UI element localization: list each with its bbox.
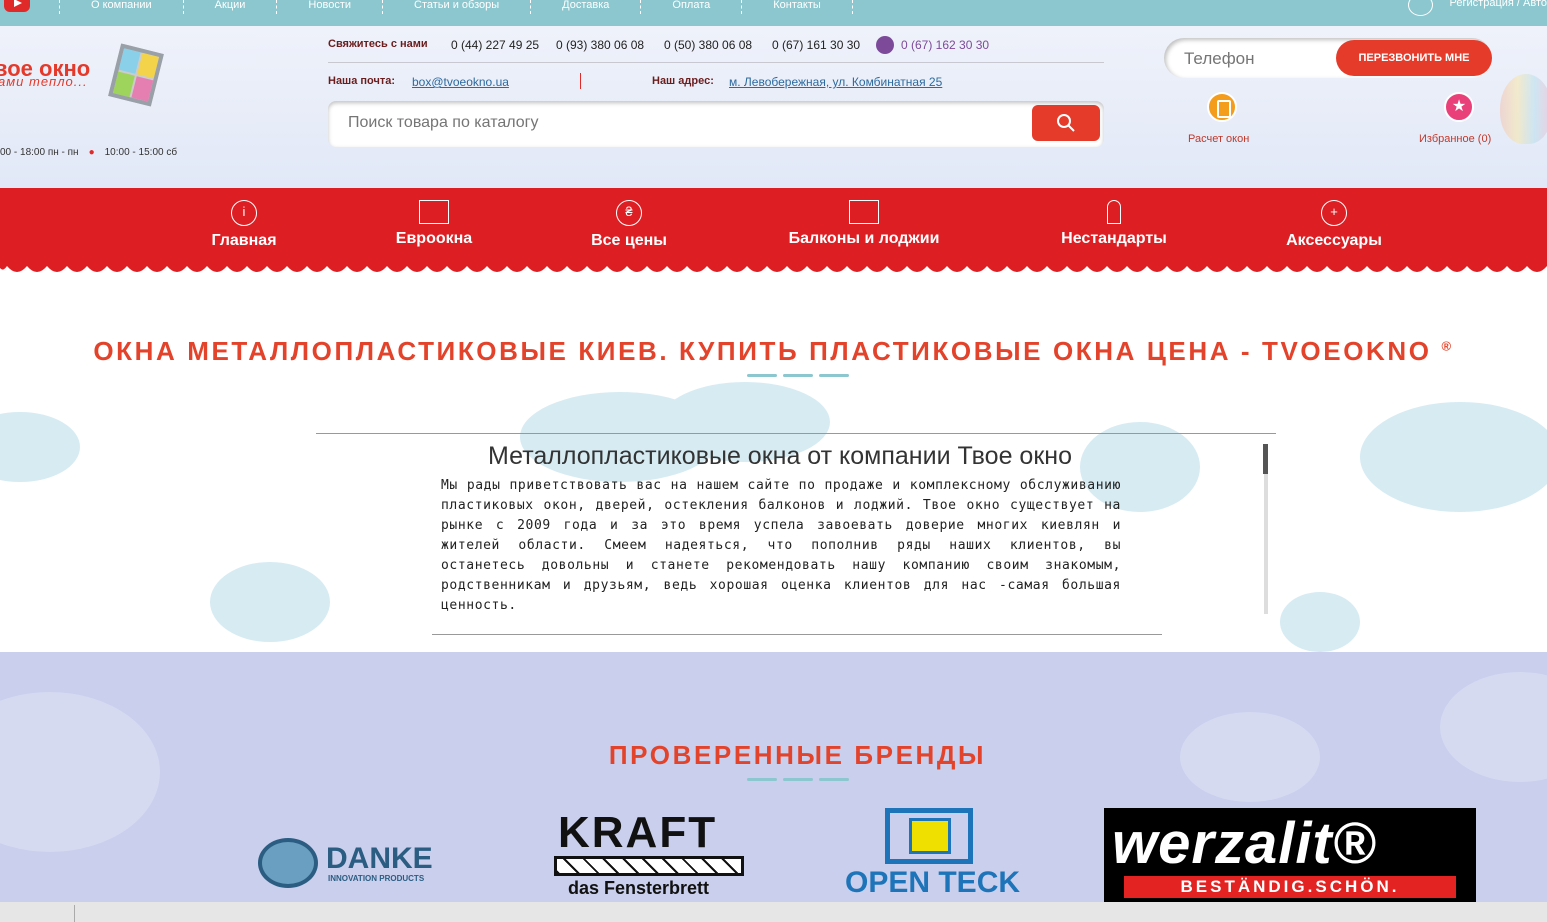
- scrollbar-thumb[interactable]: [1263, 444, 1268, 474]
- top-nav-delivery[interactable]: Доставка: [530, 0, 642, 14]
- register-link[interactable]: Регистрация / Авто: [1450, 0, 1547, 9]
- search-icon: [1057, 114, 1075, 132]
- werzalit-name: werzalit®: [1112, 811, 1377, 876]
- top-nav-news[interactable]: Новости: [276, 0, 384, 14]
- calculator-icon[interactable]: [1207, 92, 1237, 122]
- danke-name: DANKE: [326, 842, 433, 875]
- window-icon: [419, 200, 449, 224]
- brands-title: ПРОВЕРЕННЫЕ БРЕНДЫ: [608, 740, 987, 770]
- arch-window-icon: [1107, 200, 1121, 224]
- phone-3[interactable]: 0 (50) 380 06 08: [664, 38, 752, 52]
- danke-emblem-icon: [258, 838, 318, 888]
- status-bar: [0, 902, 1547, 922]
- brand-danke-logo[interactable]: DANKE INNOVATION PRODUCTS: [258, 838, 458, 888]
- registered-mark: ®: [1441, 338, 1454, 354]
- top-nav: О компании Акции Новости Статьи и обзоры…: [59, 0, 853, 14]
- nav-accessories-label: Аксессуары: [1286, 232, 1382, 249]
- top-nav-payment[interactable]: Оплата: [640, 0, 743, 14]
- nav-home[interactable]: i Главная: [200, 188, 288, 264]
- phone-viber[interactable]: 0 (67) 162 30 30: [901, 38, 989, 52]
- nav-balconies-label: Балконы и лоджии: [788, 230, 940, 247]
- nav-prices[interactable]: ₴ Все цены: [580, 188, 678, 264]
- windowsill-icon: [554, 856, 744, 876]
- user-icon[interactable]: [1408, 0, 1433, 16]
- title-divider: [747, 374, 849, 377]
- kraft-sub: das Fensterbrett: [568, 878, 710, 898]
- balloon-decoration: [1500, 74, 1547, 144]
- article-title: Металлопластиковые окна от компании Твое…: [488, 442, 1072, 470]
- top-nav-contacts[interactable]: Контакты: [741, 0, 853, 14]
- phone-1[interactable]: 0 (44) 227 49 25: [451, 38, 539, 52]
- search-box: [328, 101, 1104, 147]
- article-bottom-divider: [432, 634, 1162, 635]
- address-link[interactable]: м. Левобережная, ул. Комбинатная 25: [729, 75, 942, 89]
- divider: [580, 73, 581, 89]
- top-bar: О компании Акции Новости Статьи и обзоры…: [0, 0, 1547, 26]
- header: вое окно ами тепло... 00 - 18:00 пн - пн…: [0, 26, 1547, 188]
- contacts-label: Свяжитесь с нами: [328, 38, 428, 50]
- nav-wave-edge: [0, 260, 1547, 272]
- top-nav-about[interactable]: О компании: [59, 0, 184, 14]
- nav-eurowindows-label: Евроокна: [395, 230, 473, 247]
- page-title: ОКНА МЕТАЛЛОПЛАСТИКОВЫЕ КИЕВ. КУПИТЬ ПЛА…: [0, 336, 1547, 367]
- search-button[interactable]: [1032, 105, 1100, 141]
- work-hours: 00 - 18:00 пн - пн ● 10:00 - 15:00 сб: [0, 147, 177, 158]
- nav-eurowindows[interactable]: Евроокна: [384, 188, 484, 264]
- openteck-name: OPEN TECK: [845, 866, 1021, 899]
- brand-kraft-logo[interactable]: KRAFT das Fensterbrett: [554, 808, 746, 900]
- page-title-text: ОКНА МЕТАЛЛОПЛАСТИКОВЫЕ КИЕВ. КУПИТЬ ПЛА…: [93, 336, 1432, 366]
- bullet-icon: ●: [88, 147, 95, 158]
- logo-slogan: ами тепло...: [0, 74, 88, 89]
- nav-accessories[interactable]: + Аксессуары: [1276, 188, 1392, 264]
- nav-custom-label: Нестандарты: [1061, 230, 1167, 247]
- search-input[interactable]: [346, 113, 946, 133]
- article-box: Металлопластиковые окна от компании Твое…: [316, 433, 1276, 635]
- kraft-name: KRAFT: [558, 808, 718, 857]
- youtube-icon[interactable]: [4, 0, 30, 12]
- hryvnia-icon: ₴: [616, 200, 642, 226]
- mail-row: Наша почта: box@tvoeokno.ua Наш адрес: м…: [328, 62, 1104, 90]
- brand-openteck-logo[interactable]: OPEN TECK: [845, 808, 1041, 900]
- article-scroll-area[interactable]: Металлопластиковые окна от компании Твое…: [440, 434, 1268, 636]
- hours-weekday: 00 - 18:00 пн - пн: [0, 147, 79, 158]
- brands-divider: [747, 778, 849, 781]
- callback-form: ПЕРЕЗВОНИТЬ МНЕ: [1164, 38, 1492, 78]
- nav-home-label: Главная: [211, 232, 277, 249]
- article-body: Мы рады приветствовать вас на нашем сайт…: [441, 478, 1121, 613]
- contacts-row: Свяжитесь с нами 0 (44) 227 49 25 0 (93)…: [328, 36, 1104, 64]
- star-icon[interactable]: ★: [1444, 92, 1474, 122]
- phone-2[interactable]: 0 (93) 380 06 08: [556, 38, 644, 52]
- logo-window-icon[interactable]: [108, 43, 164, 107]
- main-nav: i Главная Евроокна ₴ Все цены Балконы и …: [0, 188, 1547, 264]
- danke-sub: INNOVATION PRODUCTS: [328, 874, 425, 883]
- viber-icon: [876, 36, 894, 54]
- brand-werzalit-logo[interactable]: werzalit® BESTÄNDIG.SCHÖN.: [1104, 808, 1476, 902]
- top-nav-articles[interactable]: Статьи и обзоры: [382, 0, 532, 14]
- callback-button[interactable]: ПЕРЕЗВОНИТЬ МНЕ: [1336, 40, 1492, 76]
- top-nav-promo[interactable]: Акции: [182, 0, 278, 14]
- balcony-icon: [849, 200, 879, 224]
- phone-input[interactable]: [1182, 48, 1332, 70]
- info-icon: i: [231, 200, 257, 226]
- calc-link[interactable]: Расчет окон: [1188, 133, 1249, 145]
- address-label: Наш адрес:: [652, 75, 714, 87]
- nav-balconies[interactable]: Балконы и лоджии: [774, 188, 954, 264]
- phone-4[interactable]: 0 (67) 161 30 30: [772, 38, 860, 52]
- nav-prices-label: Все цены: [591, 232, 667, 249]
- werzalit-sub: BESTÄNDIG.SCHÖN.: [1124, 876, 1456, 898]
- hours-saturday: 10:00 - 15:00 сб: [104, 147, 178, 158]
- favorites-link[interactable]: Избранное (0): [1419, 133, 1491, 145]
- plus-icon: +: [1321, 200, 1347, 226]
- mail-label: Наша почта:: [328, 75, 396, 87]
- mail-link[interactable]: box@tvoeokno.ua: [412, 75, 509, 89]
- nav-custom[interactable]: Нестандарты: [1050, 188, 1178, 264]
